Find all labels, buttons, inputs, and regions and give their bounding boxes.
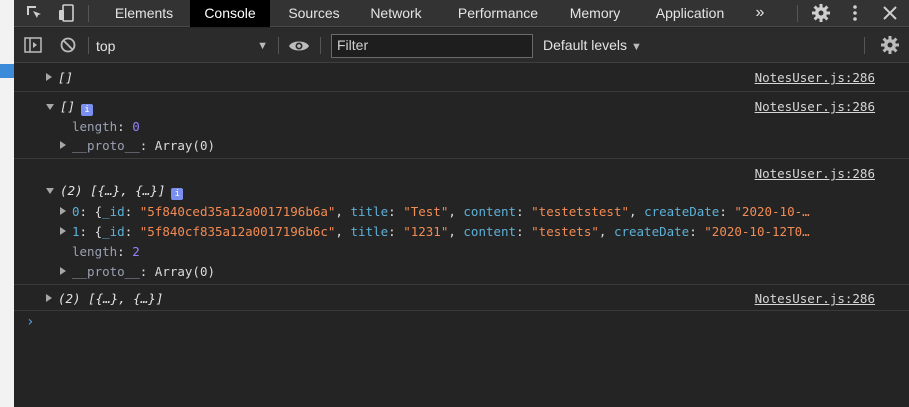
context-selector[interactable]: top ▼ bbox=[96, 36, 268, 56]
live-expression-eye-icon[interactable] bbox=[288, 36, 309, 56]
console-output: [] NotesUser.js:286 [] i NotesUser.js:286… bbox=[14, 64, 909, 407]
expand-arrow-icon[interactable] bbox=[60, 141, 66, 149]
log-array-expanded[interactable]: [] i bbox=[46, 99, 94, 116]
expand-arrow-icon[interactable] bbox=[46, 73, 52, 81]
source-link[interactable]: NotesUser.js:286 bbox=[755, 291, 875, 306]
more-options-kebab-icon[interactable] bbox=[845, 3, 865, 23]
settings-gear-icon[interactable] bbox=[811, 3, 831, 23]
page-accent-block bbox=[0, 64, 14, 78]
tab-elements[interactable]: Elements bbox=[100, 0, 188, 27]
tab-network[interactable]: Network bbox=[358, 0, 434, 27]
more-tabs-button[interactable]: » bbox=[748, 0, 772, 27]
close-devtools-icon[interactable] bbox=[880, 3, 900, 23]
info-icon[interactable]: i bbox=[81, 104, 94, 116]
clear-console-icon[interactable] bbox=[58, 35, 78, 55]
inspect-element-icon[interactable] bbox=[24, 3, 44, 23]
log-levels-label: Default levels bbox=[543, 37, 628, 53]
toolbar-divider bbox=[88, 5, 89, 22]
source-link[interactable]: NotesUser.js:286 bbox=[755, 99, 875, 114]
array-item-0[interactable]: 0: {_id: "5f840ced35a12a0017196b6a", tit… bbox=[60, 204, 810, 219]
log-levels-dropdown[interactable]: Default levels ▼ bbox=[543, 37, 642, 53]
context-value: top bbox=[96, 38, 116, 54]
log-array-collapsed[interactable]: (2) [{…}, {…}] bbox=[46, 291, 163, 306]
expand-arrow-icon[interactable] bbox=[60, 267, 66, 275]
devtools-panel: Elements Console Sources Network Perform… bbox=[14, 0, 909, 407]
tab-memory[interactable]: Memory bbox=[558, 0, 632, 27]
console-prompt[interactable]: › bbox=[26, 314, 34, 330]
page-background-strip bbox=[0, 0, 14, 407]
expand-arrow-icon[interactable] bbox=[46, 294, 52, 302]
console-settings-gear-icon[interactable] bbox=[880, 35, 900, 55]
tab-application[interactable]: Application bbox=[642, 0, 738, 27]
show-sidebar-icon[interactable] bbox=[23, 35, 43, 55]
toolbar-divider bbox=[797, 5, 798, 22]
source-link[interactable]: NotesUser.js:286 bbox=[755, 70, 875, 85]
dropdown-arrow-icon: ▼ bbox=[257, 40, 268, 52]
console-message: (2) [{…}, {…}] NotesUser.js:286 bbox=[14, 285, 909, 311]
tab-performance[interactable]: Performance bbox=[444, 0, 552, 27]
console-message: [] i NotesUser.js:286 length: 0 __proto__… bbox=[14, 92, 909, 159]
property-length: length: 2 bbox=[72, 244, 140, 259]
property-proto[interactable]: __proto__: Array(0) bbox=[60, 264, 215, 279]
expand-arrow-icon[interactable] bbox=[60, 227, 66, 235]
filter-input[interactable]: Filter bbox=[331, 34, 533, 58]
toolbar-divider bbox=[864, 37, 865, 54]
array-item-1[interactable]: 1: {_id: "5f840cf835a12a0017196b6c", tit… bbox=[60, 224, 810, 239]
expand-arrow-icon[interactable] bbox=[60, 207, 66, 215]
property-length: length: 0 bbox=[72, 119, 140, 134]
device-toolbar-icon[interactable] bbox=[57, 3, 77, 23]
toolbar-divider bbox=[320, 37, 321, 54]
collapse-arrow-icon[interactable] bbox=[46, 104, 54, 110]
console-toolbar: top ▼ Filter Default levels ▼ bbox=[14, 28, 909, 63]
source-link[interactable]: NotesUser.js:286 bbox=[755, 166, 875, 181]
toolbar-divider bbox=[278, 37, 279, 54]
console-message: NotesUser.js:286 (2) [{…}, {…}] i 0: {_id… bbox=[14, 159, 909, 285]
tab-console[interactable]: Console bbox=[190, 0, 270, 27]
info-icon[interactable]: i bbox=[171, 188, 184, 200]
dropdown-arrow-icon: ▼ bbox=[631, 41, 642, 53]
collapse-arrow-icon[interactable] bbox=[46, 188, 54, 194]
devtools-tabbar: Elements Console Sources Network Perform… bbox=[14, 0, 909, 27]
toolbar-divider bbox=[88, 37, 89, 54]
property-proto[interactable]: __proto__: Array(0) bbox=[60, 138, 215, 153]
log-array-collapsed[interactable]: [] bbox=[46, 70, 73, 85]
tab-sources[interactable]: Sources bbox=[276, 0, 352, 27]
console-message: [] NotesUser.js:286 bbox=[14, 64, 909, 92]
log-array-expanded[interactable]: (2) [{…}, {…}] i bbox=[46, 183, 184, 200]
